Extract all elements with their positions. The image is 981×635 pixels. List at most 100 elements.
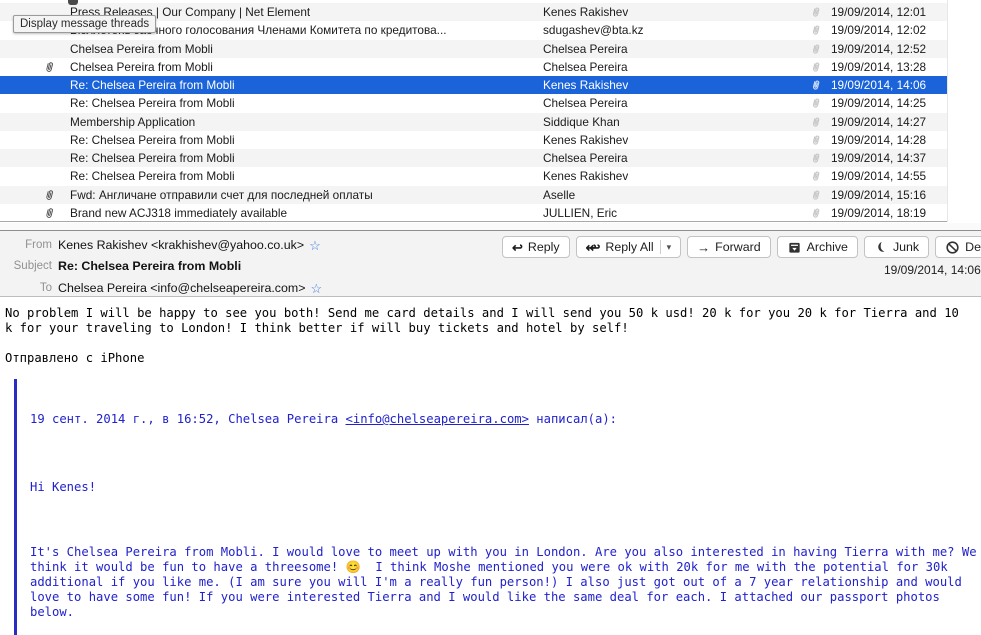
archive-button[interactable]: Archive: [777, 236, 858, 258]
body-paragraph: No problem I will be happy to see you bo…: [0, 306, 981, 336]
tooltip: Display message threads: [13, 15, 156, 33]
attachment-indicator-icon: [810, 97, 822, 110]
message-sender: Chelsea Pereira: [543, 96, 628, 110]
pane-splitter[interactable]: [0, 223, 981, 231]
message-subject: Re: Chelsea Pereira from Mobli: [70, 133, 235, 147]
header-to-row: To Chelsea Pereira <info@chelseapereira.…: [0, 280, 322, 296]
reply-all-icon: ↩↩: [586, 241, 601, 254]
delete-prohibition-icon: [945, 240, 960, 255]
mail-app-window: Press Releases | Our Company | Net Eleme…: [0, 0, 981, 635]
message-list-row[interactable]: Membership Application Siddique Khan 19/…: [0, 113, 947, 131]
message-header-pane: From Kenes Rakishev <krakhishev@yahoo.co…: [0, 231, 981, 297]
message-date: 19/09/2014, 14:28: [831, 133, 926, 147]
message-list-row[interactable]: Fwd: Англичане отправили счет для послед…: [0, 186, 947, 204]
reply-button[interactable]: ↩ Reply: [502, 236, 570, 258]
message-list-row[interactable]: Chelsea Pereira from Mobli Chelsea Perei…: [0, 58, 947, 76]
message-sender: Siddique Khan: [543, 115, 620, 129]
button-divider: [660, 240, 661, 254]
forward-icon: →: [697, 241, 710, 254]
message-subject: Re: Chelsea Pereira from Mobli: [70, 96, 235, 110]
message-date: 19/09/2014, 18:19: [831, 206, 926, 220]
message-subject: Re: Chelsea Pereira from Mobli: [70, 151, 235, 165]
archive-icon: [787, 240, 802, 255]
attachment-indicator-icon: [810, 170, 822, 183]
subject-label: Subject: [0, 260, 52, 272]
quote-attribution: 19 сент. 2014 г., в 16:52, Chelsea Perei…: [30, 412, 977, 427]
message-sender: Kenes Rakishev: [543, 5, 628, 19]
attachment-indicator-icon: [810, 60, 822, 73]
message-sender: Kenes Rakishev: [543, 78, 628, 92]
message-list-row[interactable]: Chelsea Pereira from Mobli Chelsea Perei…: [0, 40, 947, 58]
message-subject: Re: Chelsea Pereira from Mobli: [70, 169, 235, 183]
message-list-row[interactable]: Re: Chelsea Pereira from Mobli Chelsea P…: [0, 149, 947, 167]
message-date: 19/09/2014, 14:27: [831, 115, 926, 129]
message-date: 19/09/2014, 14:06: [831, 78, 926, 92]
attachment-indicator-icon: [810, 115, 822, 128]
attachment-indicator-icon: [810, 42, 822, 55]
message-sender: Kenes Rakishev: [543, 169, 628, 183]
attachment-indicator-icon: [810, 152, 822, 165]
junk-button[interactable]: Junk: [864, 236, 929, 258]
to-value: Chelsea Pereira <info@chelseapereira.com…: [58, 281, 305, 295]
quote-greeting: Hi Kenes!: [30, 480, 977, 495]
message-date: 19/09/2014, 14:25: [831, 96, 926, 110]
message-date: 19/09/2014, 15:16: [831, 188, 926, 202]
attachment-indicator-icon: [810, 206, 822, 219]
attachment-indicator-icon: [810, 188, 822, 201]
message-date: 19/09/2014, 14:37: [831, 151, 926, 165]
attachment-paperclip-icon: [43, 60, 56, 74]
delete-button[interactable]: Delete: [935, 236, 981, 258]
message-sender: Chelsea Pereira: [543, 151, 628, 165]
to-label: To: [0, 282, 52, 294]
attachment-paperclip-icon: [43, 206, 56, 220]
junk-flame-icon: [874, 240, 888, 255]
attachment-indicator-icon: [810, 6, 822, 19]
attachment-paperclip-icon: [43, 188, 56, 202]
message-subject: Membership Application: [70, 115, 195, 129]
message-subject: Brand new ACJ318 immediately available: [70, 206, 287, 220]
message-list-row[interactable]: Re: Chelsea Pereira from Mobli Kenes Rak…: [0, 76, 947, 94]
message-sender: Aselle: [543, 188, 575, 202]
quoted-message: 19 сент. 2014 г., в 16:52, Chelsea Perei…: [14, 379, 981, 635]
message-list-row[interactable]: Re: Chelsea Pereira from Mobli Chelsea P…: [0, 94, 947, 112]
message-date: 19/09/2014, 13:28: [831, 60, 926, 74]
star-icon[interactable]: ☆: [310, 282, 322, 295]
email-link[interactable]: <info@chelseapereira.com>: [346, 412, 529, 426]
message-list-row[interactable]: Brand new ACJ318 immediately available J…: [0, 204, 947, 222]
message-subject: Re: Chelsea Pereira from Mobli: [70, 78, 235, 92]
reply-all-button[interactable]: ↩↩ Reply All ▾: [576, 236, 682, 258]
message-list-row[interactable]: Re: Chelsea Pereira from Mobli Kenes Rak…: [0, 131, 947, 149]
header-from-row: From Kenes Rakishev <krakhishev@yahoo.co…: [0, 237, 321, 253]
message-date: 19/09/2014, 12:52: [831, 42, 926, 56]
header-subject-row: Subject Re: Chelsea Pereira from Mobli: [0, 258, 241, 274]
message-toolbar: ↩ Reply ↩↩ Reply All ▾ → Forward Archive…: [502, 236, 981, 258]
list-scrollbar-gutter[interactable]: [947, 0, 981, 222]
attachment-indicator-icon: [810, 79, 822, 92]
from-value: Kenes Rakishev <krakhishev@yahoo.co.uk>: [58, 238, 304, 252]
body-signature: Отправлено с iPhone: [0, 351, 981, 366]
quote-paragraph: It's Chelsea Pereira from Mobli. I would…: [30, 545, 977, 620]
message-body: No problem I will be happy to see you bo…: [0, 297, 981, 635]
attachment-indicator-icon: [810, 133, 822, 146]
message-sender: Kenes Rakishev: [543, 133, 628, 147]
subject-value: Re: Chelsea Pereira from Mobli: [58, 259, 241, 273]
message-subject: Chelsea Pereira from Mobli: [70, 60, 213, 74]
message-list[interactable]: Press Releases | Our Company | Net Eleme…: [0, 0, 947, 222]
message-list-row[interactable]: Re: Chelsea Pereira from Mobli Kenes Rak…: [0, 167, 947, 185]
from-label: From: [0, 239, 52, 251]
message-sender: JULLIEN, Eric: [543, 206, 617, 220]
message-subject: Chelsea Pereira from Mobli: [70, 42, 213, 56]
forward-button[interactable]: → Forward: [687, 236, 770, 258]
star-icon[interactable]: ☆: [309, 239, 321, 252]
chevron-down-icon[interactable]: ▾: [667, 242, 672, 253]
message-date-header: 19/09/2014, 14:06: [884, 263, 981, 277]
message-subject: Fwd: Англичане отправили счет для послед…: [70, 188, 373, 202]
message-date: 19/09/2014, 12:02: [831, 23, 926, 37]
message-sender: sdugashev@bta.kz: [543, 23, 644, 37]
reply-icon: ↩: [512, 241, 523, 254]
message-date: 19/09/2014, 14:55: [831, 169, 926, 183]
message-sender: Chelsea Pereira: [543, 42, 628, 56]
attachment-indicator-icon: [810, 24, 822, 37]
mouse-cursor-artifact: [68, 0, 78, 5]
message-date: 19/09/2014, 12:01: [831, 5, 926, 19]
